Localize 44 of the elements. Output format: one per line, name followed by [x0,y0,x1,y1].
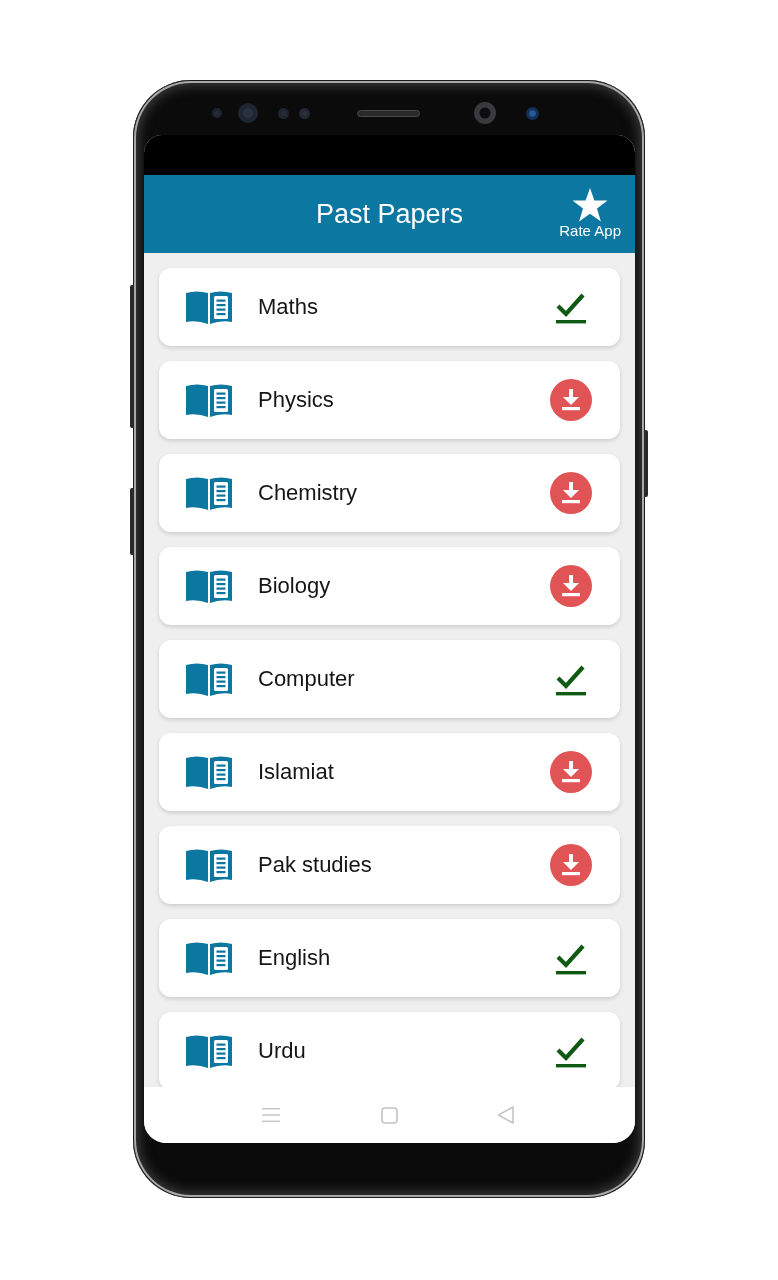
speaker-grille-icon [357,109,420,117]
download-icon[interactable] [550,472,592,514]
book-icon [186,290,232,324]
subject-card[interactable]: Chemistry [159,454,620,532]
camera-lens-icon [474,102,496,124]
app-title: Past Papers [315,200,464,228]
sensor-icon [238,103,258,123]
subject-name: Physics [258,389,335,411]
subject-card[interactable]: Computer [159,640,620,718]
subject-name: Maths [258,296,319,318]
download-icon[interactable] [550,379,592,421]
book-icon [186,755,232,789]
rate-app-button[interactable]: Rate App [559,188,621,240]
subject-name: Islamiat [258,761,335,783]
subject-card[interactable]: Urdu [159,1012,620,1087]
sensor-icon [278,107,289,119]
side-ridge [130,488,134,555]
download-icon[interactable] [550,751,592,793]
subject-card[interactable]: Physics [159,361,620,439]
book-icon [186,1034,232,1068]
subject-card[interactable]: English [159,919,620,997]
subject-name: Pak studies [258,854,373,876]
subject-name: Urdu [258,1040,307,1062]
book-icon [186,848,232,882]
camera-lens-icon [526,106,539,120]
subject-card[interactable]: Biology [159,547,620,625]
subject-name: Computer [258,668,356,690]
subject-name: Biology [258,575,332,597]
sensor-icon [299,107,310,119]
book-icon [186,662,232,696]
download-icon[interactable] [550,844,592,886]
subject-name: Chemistry [258,482,358,504]
book-icon [186,941,232,975]
sensor-icon [212,108,222,118]
subject-name: English [258,947,332,969]
book-icon [186,569,232,603]
subject-card[interactable]: Pak studies [159,826,620,904]
download-icon[interactable] [550,565,592,607]
star-icon [572,188,609,222]
book-icon [186,476,232,510]
subject-card[interactable]: Maths [159,268,620,346]
side-ridge [644,430,648,497]
subject-card[interactable]: Islamiat [159,733,620,811]
book-icon [186,383,232,417]
